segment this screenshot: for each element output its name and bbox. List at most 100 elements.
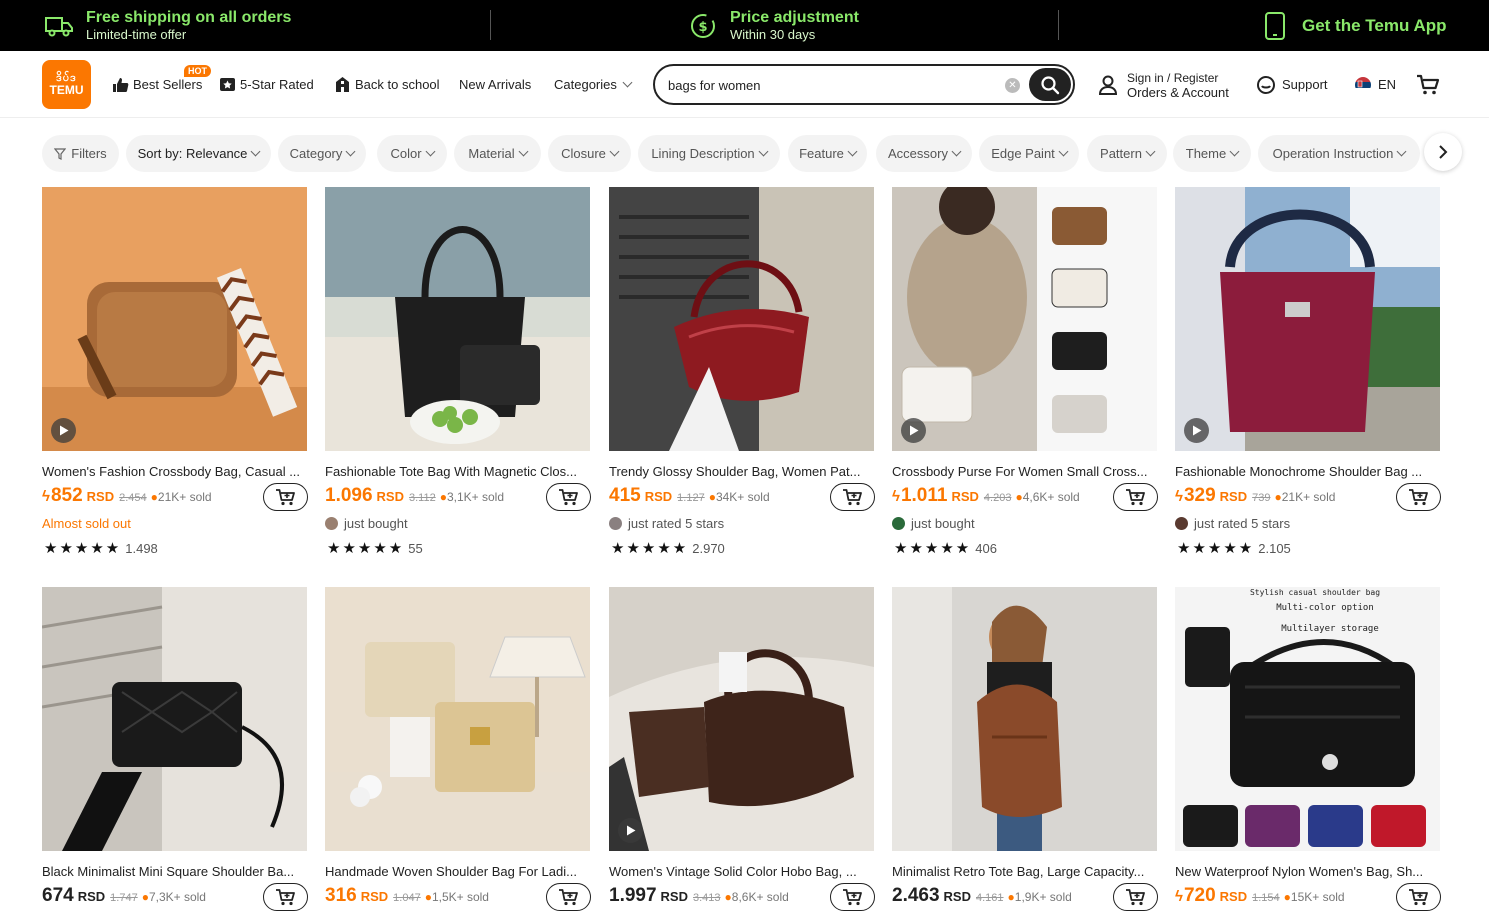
nav-best-sellers[interactable]: Best Sellers HOT — [112, 51, 211, 118]
filter-pill[interactable]: Closure — [548, 135, 631, 172]
support-link[interactable]: Support — [1256, 51, 1328, 118]
product-title[interactable]: Women's Vintage Solid Color Hobo Bag, ..… — [609, 864, 874, 879]
nav-five-star-rated[interactable]: 5-Star Rated — [219, 51, 314, 118]
filter-pill[interactable]: Operation Instruction — [1258, 135, 1420, 172]
product-title[interactable]: Fashionable Tote Bag With Magnetic Clos.… — [325, 464, 590, 479]
clear-search-icon[interactable]: ✕ — [1005, 78, 1020, 93]
cart-link[interactable] — [1416, 51, 1444, 118]
add-to-cart-button[interactable] — [830, 483, 875, 511]
lightning-deal-icon: ϟ — [1175, 488, 1183, 505]
language-selector[interactable]: EN — [1354, 51, 1396, 118]
add-to-cart-button[interactable] — [830, 883, 875, 911]
filter-pill-label: Color — [390, 146, 422, 161]
filter-pill[interactable]: Lining Description — [638, 135, 780, 172]
filter-pill[interactable]: Edge Paint — [979, 135, 1079, 172]
filters-button[interactable]: Filters — [42, 135, 119, 172]
product-image[interactable] — [325, 587, 590, 851]
temu-logo[interactable]: ဒိပ်ဒ TEMU — [42, 60, 91, 109]
svg-text:Multilayer storage: Multilayer storage — [1281, 624, 1379, 634]
play-video-icon[interactable] — [51, 418, 76, 443]
filters-next-button[interactable] — [1424, 133, 1462, 171]
product-card[interactable]: Crossbody Purse For Women Small Cross...… — [892, 187, 1158, 557]
price-row: 2.463 RSD 4.161 ●1,9K+ sold — [892, 885, 1072, 909]
price-currency: RSD — [1219, 889, 1248, 904]
filter-pill[interactable]: Pattern — [1087, 135, 1167, 172]
play-video-icon[interactable] — [618, 818, 643, 843]
nav-back-to-school[interactable]: Back to school — [334, 51, 440, 118]
nav-new-arrivals[interactable]: New Arrivals — [459, 51, 531, 118]
product-price: 415 — [609, 485, 641, 506]
product-card[interactable]: Trendy Glossy Shoulder Bag, Women Pat...… — [609, 187, 875, 557]
chevron-down-icon — [425, 146, 435, 157]
product-image[interactable] — [1175, 187, 1440, 451]
product-image[interactable] — [325, 187, 590, 451]
add-to-cart-button[interactable] — [263, 883, 308, 911]
social-proof: just bought — [892, 516, 975, 531]
add-to-cart-button[interactable] — [1396, 483, 1441, 511]
price-adjustment-promo[interactable]: $ Price adjustment Within 30 days — [688, 0, 859, 51]
filter-pill[interactable]: Accessory — [876, 135, 972, 172]
price-currency: RSD — [1219, 489, 1248, 504]
sold-count-label: 21K+ sold — [1281, 490, 1336, 504]
product-image[interactable] — [42, 587, 307, 851]
sold-count-label: 1,9K+ sold — [1014, 890, 1072, 904]
support-label: Support — [1282, 77, 1328, 92]
account-menu[interactable]: Sign in / Register Orders & Account — [1098, 70, 1229, 100]
add-to-cart-button[interactable] — [546, 483, 591, 511]
sold-count: ●34K+ sold — [709, 490, 770, 504]
product-card[interactable]: Minimalist Retro Tote Bag, Large Capacit… — [892, 587, 1158, 911]
play-video-icon[interactable] — [1184, 418, 1209, 443]
play-video-icon[interactable] — [901, 418, 926, 443]
product-card[interactable]: Handmade Woven Shoulder Bag For Ladi... … — [325, 587, 591, 911]
filter-pill[interactable]: Category — [278, 135, 366, 172]
add-to-cart-icon — [558, 488, 578, 505]
product-image[interactable] — [609, 187, 874, 451]
nav-categories[interactable]: Categories — [554, 51, 633, 118]
filter-pill[interactable]: Color — [377, 135, 447, 172]
product-title[interactable]: Fashionable Monochrome Shoulder Bag ... — [1175, 464, 1440, 479]
product-card[interactable]: Fashionable Monochrome Shoulder Bag ... … — [1175, 187, 1441, 557]
product-card[interactable]: Women's Vintage Solid Color Hobo Bag, ..… — [609, 587, 875, 911]
add-to-cart-button[interactable] — [1113, 883, 1158, 911]
price-row: ϟ 1.011 RSD 4.203 ●4,6K+ sold — [892, 485, 1080, 509]
product-card[interactable]: Fashionable Tote Bag With Magnetic Clos.… — [325, 187, 591, 557]
product-card[interactable]: Stylish casual shoulder bag Multi-color … — [1175, 587, 1441, 911]
add-to-cart-button[interactable] — [1113, 483, 1158, 511]
product-title[interactable]: Crossbody Purse For Women Small Cross... — [892, 464, 1157, 479]
add-to-cart-button[interactable] — [1396, 883, 1441, 911]
product-image[interactable] — [892, 187, 1157, 451]
price-row: ϟ 329 RSD 739 ●21K+ sold — [1175, 485, 1335, 509]
product-card[interactable]: Women's Fashion Crossbody Bag, Casual ..… — [42, 187, 308, 557]
svg-text:$: $ — [698, 20, 707, 35]
add-to-cart-button[interactable] — [546, 883, 591, 911]
product-card[interactable]: Black Minimalist Mini Square Shoulder Ba… — [42, 587, 308, 911]
product-image[interactable] — [892, 587, 1157, 851]
filter-pill[interactable]: Theme — [1173, 135, 1251, 172]
sort-dropdown[interactable]: Sort by: Relevance — [126, 135, 271, 172]
original-price: 1.127 — [677, 492, 705, 504]
free-shipping-promo[interactable]: Free shipping on all orders Limited-time… — [44, 0, 291, 51]
product-title[interactable]: Women's Fashion Crossbody Bag, Casual ..… — [42, 464, 307, 479]
product-title[interactable]: Minimalist Retro Tote Bag, Large Capacit… — [892, 864, 1157, 879]
search-button[interactable] — [1029, 68, 1071, 101]
flag-icon — [1355, 76, 1371, 93]
filter-pill-label: Feature — [799, 146, 844, 161]
search-input[interactable] — [668, 75, 998, 95]
product-title[interactable]: New Waterproof Nylon Women's Bag, Sh... — [1175, 864, 1440, 879]
get-app-promo[interactable]: Get the Temu App — [1260, 0, 1447, 51]
product-title[interactable]: Trendy Glossy Shoulder Bag, Women Pat... — [609, 464, 874, 479]
product-price: 2.463 — [892, 885, 940, 906]
price-row: 415 RSD 1.127 ●34K+ sold — [609, 485, 770, 509]
product-title[interactable]: Handmade Woven Shoulder Bag For Ladi... — [325, 864, 590, 879]
nav-back-to-school-label: Back to school — [355, 77, 440, 92]
filter-pill[interactable]: Material — [454, 135, 541, 172]
price-adjust-icon: $ — [688, 11, 718, 41]
logo-text: TEMU — [49, 83, 84, 97]
product-image[interactable] — [42, 187, 307, 451]
product-title[interactable]: Black Minimalist Mini Square Shoulder Ba… — [42, 864, 307, 879]
add-to-cart-button[interactable] — [263, 483, 308, 511]
filter-pill[interactable]: Feature — [788, 135, 867, 172]
product-image[interactable]: Stylish casual shoulder bag Multi-color … — [1175, 587, 1440, 851]
product-image[interactable] — [609, 587, 874, 851]
filter-pill-label: Category — [289, 146, 343, 161]
